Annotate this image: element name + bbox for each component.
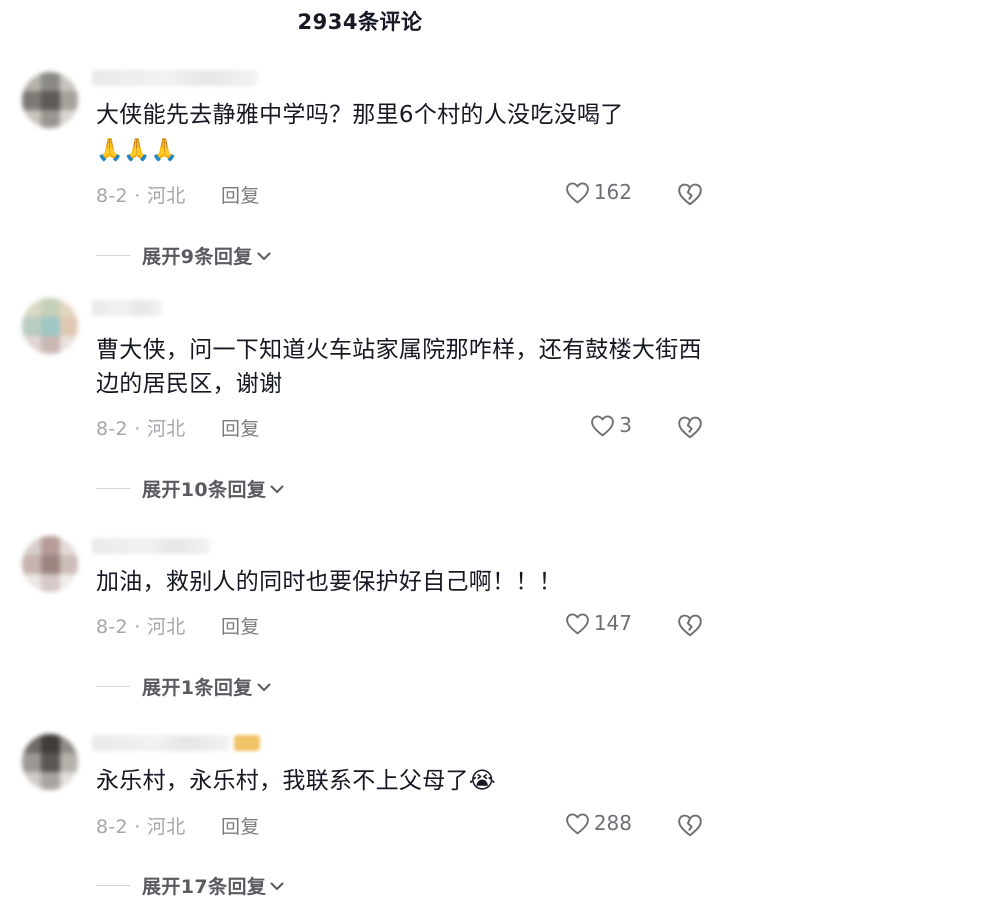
comment-date-location: 8-2 · 河北 [96,418,186,440]
expand-replies-button[interactable]: 展开9条回复 [96,242,273,269]
divider [96,686,130,687]
broken-heart-icon[interactable] [677,812,703,838]
chevron-down-icon [257,252,271,260]
like-button[interactable]: 147 [565,611,632,635]
chevron-down-icon [270,485,284,493]
expand-replies-button[interactable]: 展开10条回复 [96,475,286,502]
broken-heart-icon[interactable] [677,181,703,207]
broken-heart-icon[interactable] [677,612,703,638]
divider [96,488,130,489]
heart-outline-icon [565,813,589,834]
reply-button[interactable]: 回复 [221,612,260,639]
username-blurred[interactable] [92,538,210,554]
user-badge [234,735,260,751]
like-button[interactable]: 3 [590,413,632,437]
like-count: 162 [593,180,632,204]
expand-replies-label: 展开1条回复 [142,677,253,699]
like-count: 3 [619,413,632,437]
comment-text: 曹大侠，问一下知道火车站家属院那咋样，还有鼓楼大街西边的居民区，谢谢 [96,337,702,397]
comment-date-location: 8-2 · 河北 [96,816,186,838]
like-button[interactable]: 162 [565,180,632,204]
avatar[interactable] [22,734,78,790]
heart-outline-icon [565,613,589,634]
comment-text: 加油，救别人的同时也要保护好自己啊！！！ [96,569,562,595]
heart-outline-icon [591,415,615,436]
username-blurred[interactable] [92,70,258,86]
avatar[interactable] [22,298,78,354]
reply-button[interactable]: 回复 [221,181,260,208]
chevron-down-icon [270,882,284,890]
expand-replies-button[interactable]: 展开1条回复 [96,673,273,700]
expand-replies-button[interactable]: 展开17条回复 [96,872,286,899]
avatar[interactable] [22,72,78,128]
expand-replies-label: 展开9条回复 [142,246,253,268]
divider [96,255,130,256]
avatar[interactable] [22,536,78,592]
username-blurred[interactable] [92,735,230,751]
username-blurred[interactable] [92,300,162,316]
like-button[interactable]: 288 [565,811,632,835]
broken-heart-icon[interactable] [677,414,703,440]
divider [96,885,130,886]
comment-text: 大侠能先去静雅中学吗？那里6个村的人没吃没喝了 [96,102,624,128]
like-count: 147 [593,611,632,635]
expand-replies-label: 展开10条回复 [142,479,267,501]
heart-outline-icon [565,182,589,203]
chevron-down-icon [257,683,271,691]
reply-button[interactable]: 回复 [221,812,260,839]
comment-text: 永乐村，永乐村，我联系不上父母了😭 [96,768,496,794]
comment-date-location: 8-2 · 河北 [96,616,186,638]
comments-count-title: 2934条评论 [297,10,423,34]
reply-button[interactable]: 回复 [221,414,260,441]
expand-replies-label: 展开17条回复 [142,876,267,898]
like-count: 288 [593,811,632,835]
comment-emojis: 🙏🙏🙏 [96,138,179,163]
comment-date-location: 8-2 · 河北 [96,185,186,207]
